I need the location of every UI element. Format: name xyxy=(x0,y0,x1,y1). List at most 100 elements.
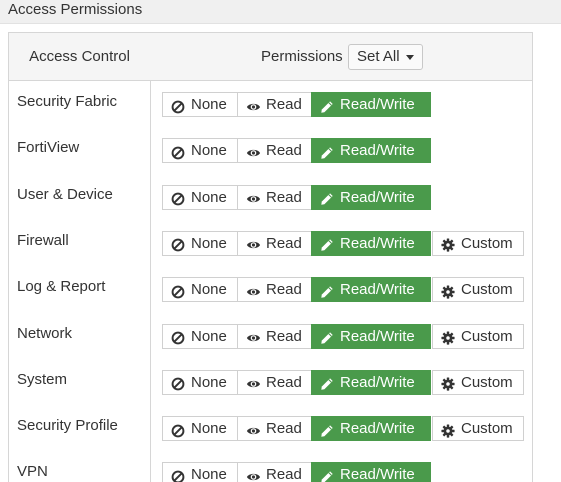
set-all-label: Set All xyxy=(357,48,400,65)
read-button[interactable]: Read xyxy=(237,184,312,210)
permission-button-group: None Read Read/Write Custom xyxy=(162,369,524,395)
ban-icon xyxy=(171,422,185,437)
none-button[interactable]: None xyxy=(162,416,238,442)
permission-button-group: None Read Read/Write Custom xyxy=(162,230,524,256)
gear-icon xyxy=(441,236,455,252)
access-control-label: System xyxy=(17,370,68,388)
read-button[interactable]: Read xyxy=(237,369,312,395)
read-write-button[interactable]: Read/Write xyxy=(311,462,431,482)
custom-button[interactable]: Custom xyxy=(432,323,524,349)
none-button[interactable]: None xyxy=(162,184,238,210)
read-write-button-label: Read/Write xyxy=(340,96,415,113)
gear-icon xyxy=(441,422,455,438)
read-button[interactable]: Read xyxy=(237,138,312,164)
gear-icon xyxy=(441,329,455,345)
section-header: Access Permissions xyxy=(0,0,561,24)
table-row: Security Fabric None Read Read/Write xyxy=(9,81,532,127)
read-write-button[interactable]: Read/Write xyxy=(311,369,431,395)
eye-icon xyxy=(246,190,261,204)
ban-icon xyxy=(171,329,185,345)
permission-button-group: None Read Read/Write xyxy=(162,92,431,117)
read-button-label: Read xyxy=(266,373,302,391)
eye-icon xyxy=(246,144,261,158)
chevron-down-icon xyxy=(405,54,414,60)
read-button-label: Read xyxy=(266,96,302,113)
eye-icon xyxy=(246,468,261,482)
read-write-button[interactable]: Read/Write xyxy=(311,92,431,117)
read-write-button-label: Read/Write xyxy=(340,420,415,438)
table-row: User & Device None Read Read/Write xyxy=(9,174,532,220)
table-row: Firewall None Read Read/Write Custom xyxy=(9,220,532,266)
table-header: Access Control Permissions Set All xyxy=(9,33,532,81)
read-write-button[interactable]: Read/Write xyxy=(311,277,431,303)
set-all-dropdown[interactable]: Set All xyxy=(348,44,423,70)
read-write-button-label: Read/Write xyxy=(340,373,415,391)
none-button[interactable]: None xyxy=(162,323,238,349)
pencil-icon xyxy=(320,236,334,252)
read-write-button-label: Read/Write xyxy=(340,466,415,482)
pencil-icon xyxy=(320,190,334,205)
access-control-label: Security Profile xyxy=(17,417,118,435)
custom-button[interactable]: Custom xyxy=(432,369,524,395)
access-control-label: Security Fabric xyxy=(17,93,118,110)
read-write-button[interactable]: Read/Write xyxy=(311,323,431,349)
access-control-label: User & Device xyxy=(17,185,113,203)
read-button[interactable]: Read xyxy=(237,323,312,349)
read-button-label: Read xyxy=(266,188,302,206)
none-button[interactable]: None xyxy=(162,277,238,303)
custom-button-label: Custom xyxy=(461,373,513,391)
none-button-label: None xyxy=(191,234,227,252)
none-button[interactable]: None xyxy=(162,230,238,256)
read-write-button-label: Read/Write xyxy=(340,188,415,206)
read-button[interactable]: Read xyxy=(237,230,312,256)
custom-button[interactable]: Custom xyxy=(432,277,524,303)
none-button-label: None xyxy=(191,142,227,160)
none-button[interactable]: None xyxy=(162,462,238,482)
ban-icon xyxy=(171,236,185,252)
ban-icon xyxy=(171,283,185,299)
eye-icon xyxy=(246,283,261,297)
read-write-button[interactable]: Read/Write xyxy=(311,184,431,210)
custom-button-label: Custom xyxy=(461,327,513,345)
none-button[interactable]: None xyxy=(162,92,238,117)
read-button[interactable]: Read xyxy=(237,416,312,442)
none-button-label: None xyxy=(191,327,227,345)
pencil-icon xyxy=(320,329,334,344)
read-write-button[interactable]: Read/Write xyxy=(311,138,431,164)
none-button[interactable]: None xyxy=(162,369,238,395)
permission-button-group: None Read Read/Write Custom xyxy=(162,277,524,303)
read-button[interactable]: Read xyxy=(237,462,312,482)
none-button[interactable]: None xyxy=(162,138,238,164)
eye-icon xyxy=(246,236,261,250)
pencil-icon xyxy=(320,375,334,390)
none-button-label: None xyxy=(191,188,227,206)
access-control-label: Network xyxy=(17,324,73,342)
none-button-label: None xyxy=(191,96,227,113)
gear-icon xyxy=(441,283,455,299)
read-button-label: Read xyxy=(266,420,302,438)
permission-button-group: None Read Read/Write xyxy=(162,138,431,164)
read-button-label: Read xyxy=(266,142,302,160)
none-button-label: None xyxy=(191,281,227,299)
access-control-label: FortiView xyxy=(17,139,80,157)
read-button[interactable]: Read xyxy=(237,92,312,117)
ban-icon xyxy=(171,190,185,206)
read-button[interactable]: Read xyxy=(237,277,312,303)
custom-button[interactable]: Custom xyxy=(432,230,524,256)
read-write-button[interactable]: Read/Write xyxy=(311,230,431,256)
permission-button-group: None Read Read/Write xyxy=(162,462,431,482)
read-button-label: Read xyxy=(266,466,302,482)
permission-button-group: None Read Read/Write Custom xyxy=(162,416,524,442)
pencil-icon xyxy=(320,283,334,298)
custom-button-label: Custom xyxy=(461,234,513,252)
none-button-label: None xyxy=(191,420,227,438)
eye-icon xyxy=(246,375,261,389)
table-row: VPN None Read Read/Write xyxy=(9,451,532,482)
read-button-label: Read xyxy=(266,234,302,252)
custom-button[interactable]: Custom xyxy=(432,416,524,442)
eye-icon xyxy=(246,98,261,112)
ban-icon xyxy=(171,144,185,160)
none-button-label: None xyxy=(191,373,227,391)
read-write-button[interactable]: Read/Write xyxy=(311,416,431,442)
gear-icon xyxy=(441,375,455,391)
